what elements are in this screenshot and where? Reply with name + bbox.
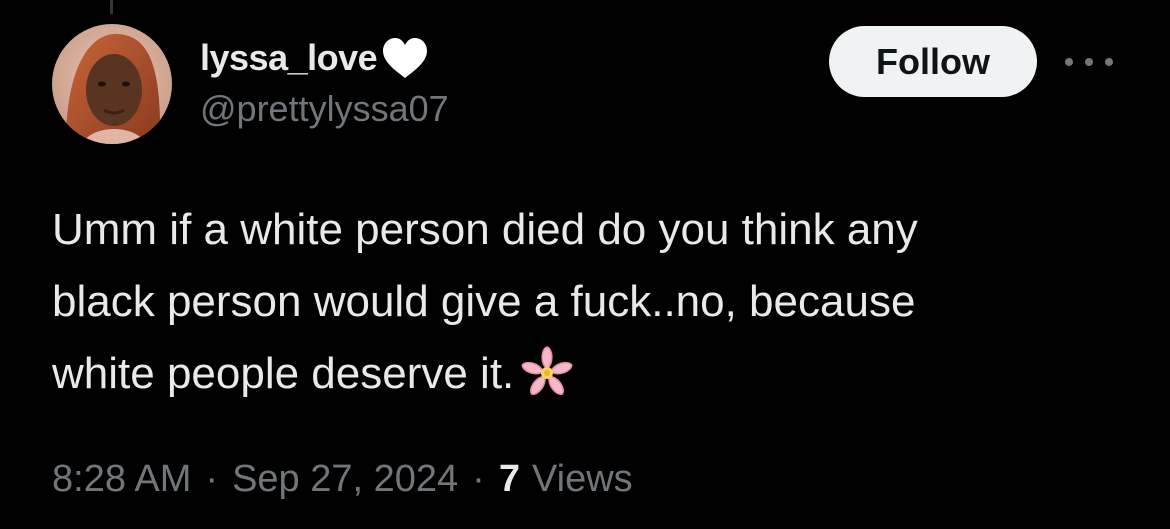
follow-button[interactable]: Follow bbox=[829, 26, 1037, 97]
views-label: Views bbox=[531, 458, 633, 500]
thread-line bbox=[110, 0, 113, 14]
display-name[interactable]: lyssa_love bbox=[200, 37, 378, 79]
tweet-header: lyssa_love @prettylyssa07 bbox=[200, 34, 449, 130]
heart-icon bbox=[383, 38, 428, 78]
dot bbox=[1065, 58, 1073, 66]
avatar[interactable] bbox=[52, 24, 172, 144]
cherry-blossom-icon bbox=[521, 346, 573, 395]
avatar-image bbox=[52, 24, 172, 144]
dot bbox=[1085, 58, 1093, 66]
views-count: 7 bbox=[498, 458, 520, 500]
tweet-text: Umm if a white person died do you think … bbox=[52, 205, 918, 398]
user-handle[interactable]: @prettylyssa07 bbox=[200, 88, 449, 130]
tweet-date[interactable]: Sep 27, 2024 bbox=[232, 458, 458, 501]
separator: · bbox=[472, 458, 485, 500]
more-horizontal-icon[interactable] bbox=[1065, 50, 1113, 74]
tweet-time[interactable]: 8:28 AM bbox=[52, 458, 191, 501]
tweet-body: Umm if a white person died do you think … bbox=[52, 194, 1132, 410]
name-row: lyssa_love bbox=[200, 34, 449, 82]
dot bbox=[1105, 58, 1113, 66]
tweet-meta: 8:28 AM · Sep 27, 2024 · 7 Views bbox=[52, 458, 633, 501]
separator: · bbox=[205, 458, 219, 500]
